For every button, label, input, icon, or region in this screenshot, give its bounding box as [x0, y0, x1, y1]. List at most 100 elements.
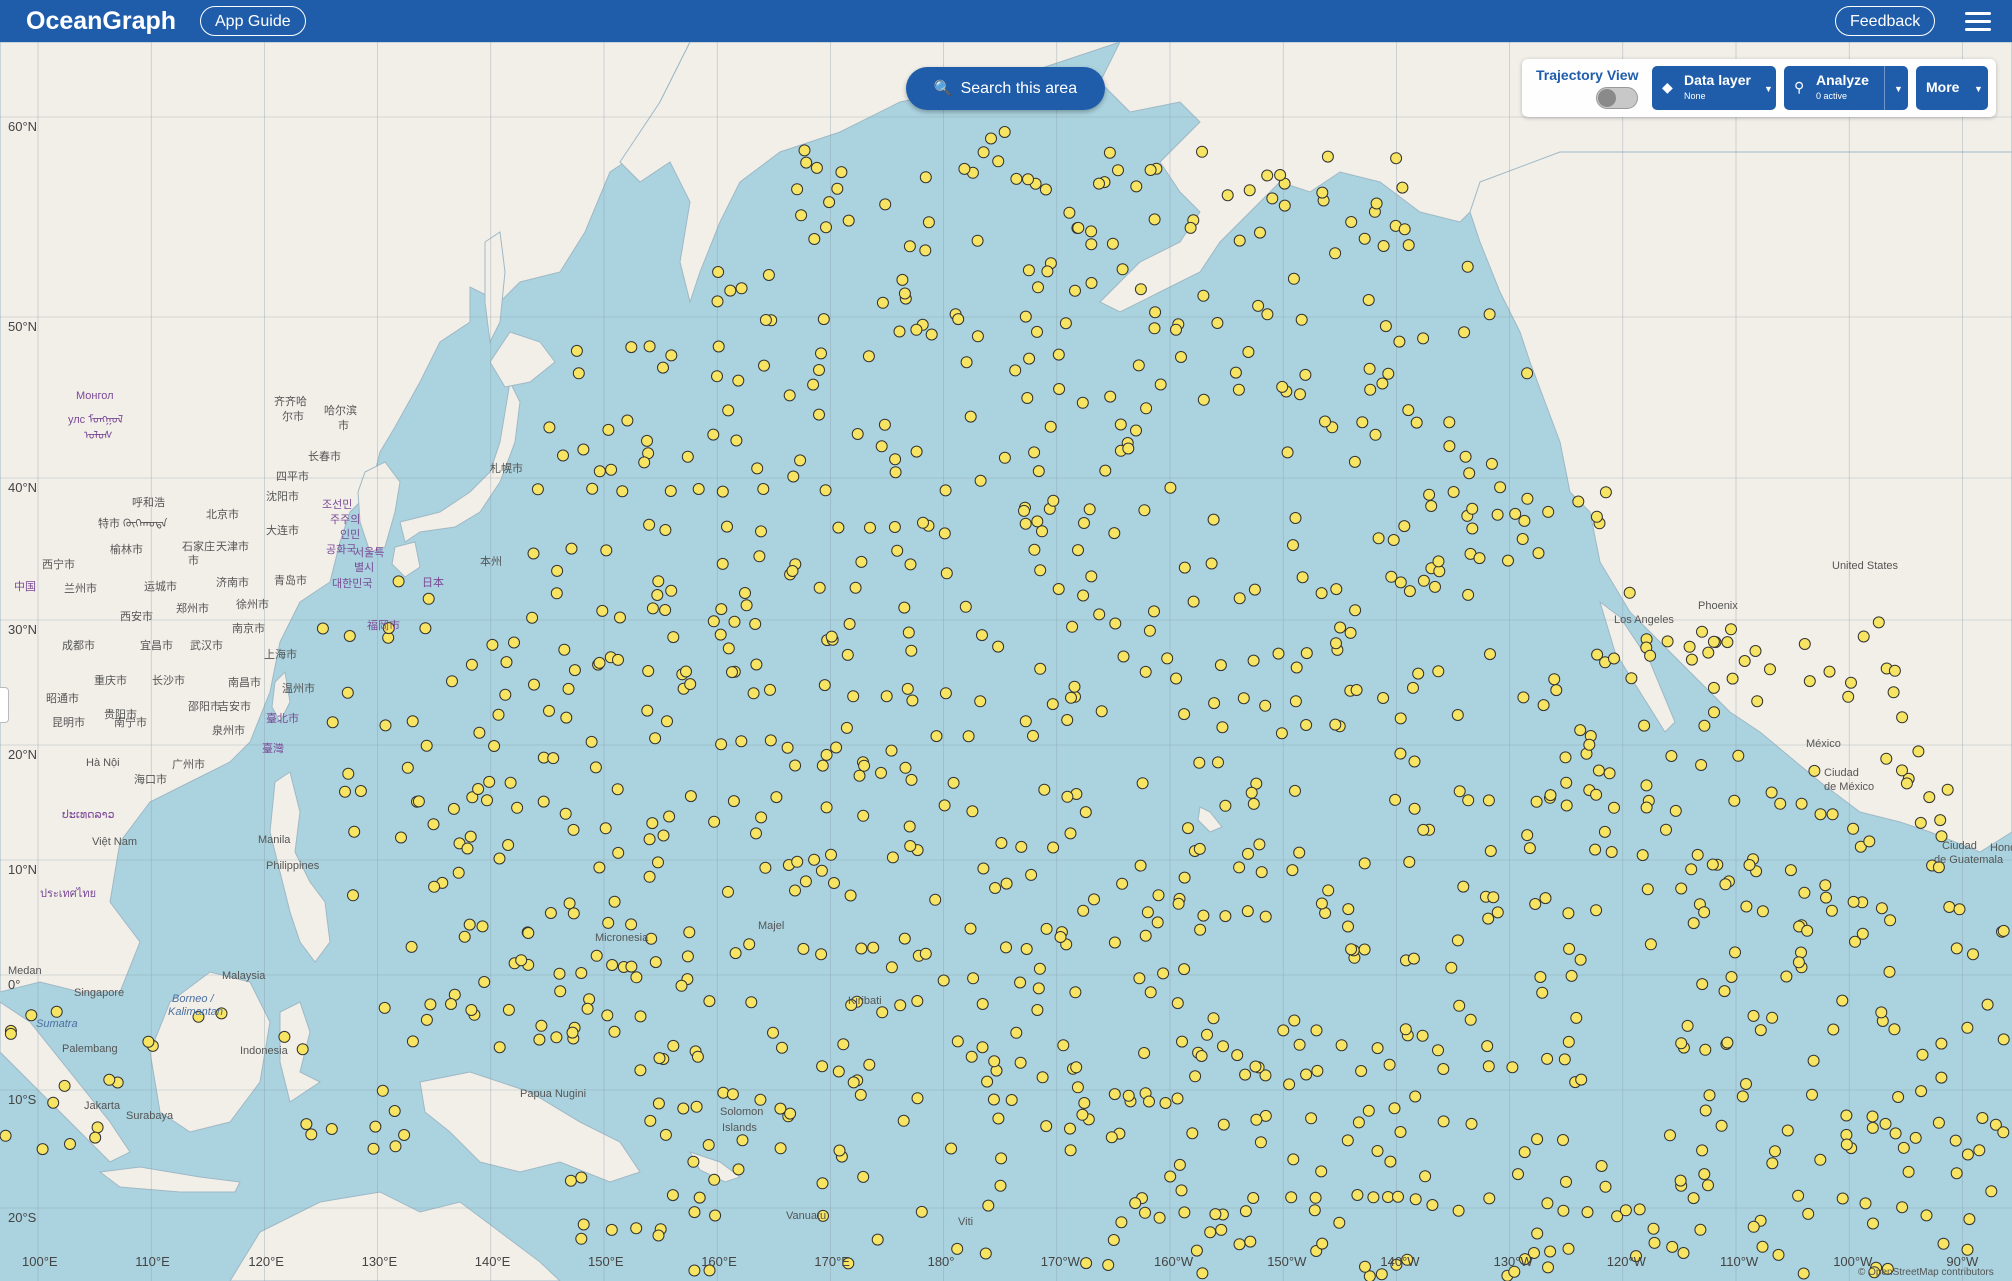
float-marker[interactable] [1402, 404, 1415, 417]
float-marker[interactable] [1423, 488, 1436, 501]
float-marker[interactable] [1064, 1122, 1076, 1135]
float-marker[interactable] [1806, 1088, 1818, 1101]
float-marker[interactable] [911, 995, 924, 1007]
float-marker[interactable] [889, 466, 902, 479]
float-marker[interactable] [1095, 705, 1108, 718]
float-marker[interactable] [1598, 825, 1611, 838]
float-marker[interactable] [1085, 277, 1098, 289]
float-marker[interactable] [504, 776, 517, 789]
float-marker[interactable] [543, 421, 556, 434]
float-marker[interactable] [652, 856, 664, 869]
float-marker[interactable] [593, 861, 606, 874]
float-marker[interactable] [1144, 986, 1157, 999]
float-marker[interactable] [638, 456, 651, 469]
float-marker[interactable] [681, 950, 694, 963]
float-marker[interactable] [1575, 1073, 1588, 1086]
float-marker[interactable] [1707, 681, 1720, 694]
float-marker[interactable] [998, 451, 1011, 464]
float-marker[interactable] [951, 1035, 964, 1048]
float-marker[interactable] [657, 361, 669, 374]
float-marker[interactable] [1769, 1145, 1781, 1158]
float-marker[interactable] [1370, 197, 1383, 210]
float-marker[interactable] [971, 234, 984, 247]
float-marker[interactable] [630, 1222, 643, 1235]
float-marker[interactable] [652, 1097, 665, 1110]
float-marker[interactable] [1021, 392, 1034, 404]
float-marker[interactable] [58, 1079, 71, 1092]
float-marker[interactable] [565, 542, 578, 555]
float-marker[interactable] [891, 544, 904, 557]
float-marker[interactable] [1295, 313, 1308, 326]
float-marker[interactable] [1212, 756, 1224, 769]
float-marker[interactable] [551, 564, 564, 577]
float-marker[interactable] [1640, 801, 1653, 814]
float-marker[interactable] [1708, 706, 1720, 719]
float-marker[interactable] [1311, 1064, 1324, 1077]
float-marker[interactable] [347, 889, 359, 902]
float-marker[interactable] [1114, 418, 1127, 431]
float-marker[interactable] [1333, 1216, 1346, 1229]
float-marker[interactable] [367, 1142, 380, 1155]
float-marker[interactable] [1389, 793, 1402, 806]
float-marker[interactable] [1247, 1192, 1260, 1204]
float-marker[interactable] [1562, 907, 1575, 920]
float-marker[interactable] [830, 741, 843, 754]
float-marker[interactable] [1014, 976, 1027, 989]
float-marker[interactable] [937, 974, 950, 987]
float-marker[interactable] [652, 575, 665, 588]
float-marker[interactable] [1696, 978, 1709, 991]
float-marker[interactable] [897, 1114, 910, 1127]
float-marker[interactable] [910, 445, 923, 458]
float-marker[interactable] [1625, 672, 1638, 685]
float-marker[interactable] [1935, 1071, 1948, 1084]
float-marker[interactable] [1863, 835, 1876, 848]
float-marker[interactable] [142, 1035, 155, 1048]
float-marker[interactable] [1351, 1189, 1364, 1201]
float-marker[interactable] [36, 1143, 49, 1156]
float-marker[interactable] [1349, 604, 1362, 617]
float-marker[interactable] [1451, 934, 1464, 947]
float-marker[interactable] [406, 715, 419, 728]
float-marker[interactable] [726, 666, 738, 679]
float-marker[interactable] [1590, 904, 1603, 917]
float-marker[interactable] [1178, 561, 1191, 574]
float-marker[interactable] [1638, 719, 1651, 732]
float-marker[interactable] [657, 829, 670, 842]
float-marker[interactable] [625, 341, 638, 354]
float-marker[interactable] [728, 615, 741, 628]
float-marker[interactable] [533, 1033, 546, 1046]
float-marker[interactable] [1560, 1175, 1572, 1188]
float-marker[interactable] [1164, 481, 1177, 494]
float-marker[interactable] [1953, 903, 1966, 916]
float-marker[interactable] [776, 1041, 788, 1054]
float-marker[interactable] [1032, 982, 1045, 995]
float-marker[interactable] [1521, 829, 1534, 842]
float-marker[interactable] [1590, 788, 1603, 801]
float-marker[interactable] [875, 766, 887, 779]
float-marker[interactable] [1010, 1026, 1023, 1039]
float-marker[interactable] [412, 795, 425, 808]
float-marker[interactable] [828, 877, 840, 889]
float-marker[interactable] [1437, 1063, 1450, 1075]
float-marker[interactable] [644, 1114, 657, 1127]
float-marker[interactable] [867, 941, 880, 954]
float-marker[interactable] [1539, 892, 1552, 905]
float-marker[interactable] [1872, 616, 1885, 629]
float-marker[interactable] [910, 323, 923, 336]
float-marker[interactable] [1287, 1153, 1300, 1166]
float-marker[interactable] [1345, 943, 1358, 956]
float-marker[interactable] [976, 1041, 989, 1054]
float-marker[interactable] [1106, 237, 1119, 250]
float-marker[interactable] [722, 404, 735, 417]
float-marker[interactable] [1139, 665, 1152, 678]
float-marker[interactable] [653, 1052, 666, 1065]
float-marker[interactable] [1698, 1168, 1711, 1181]
float-marker[interactable] [962, 730, 975, 743]
float-marker[interactable] [1808, 764, 1821, 777]
float-marker[interactable] [878, 418, 891, 431]
float-marker[interactable] [1184, 221, 1197, 234]
float-marker[interactable] [1644, 938, 1657, 951]
float-marker[interactable] [643, 518, 656, 531]
float-marker[interactable] [1178, 871, 1191, 884]
float-marker[interactable] [563, 897, 576, 910]
